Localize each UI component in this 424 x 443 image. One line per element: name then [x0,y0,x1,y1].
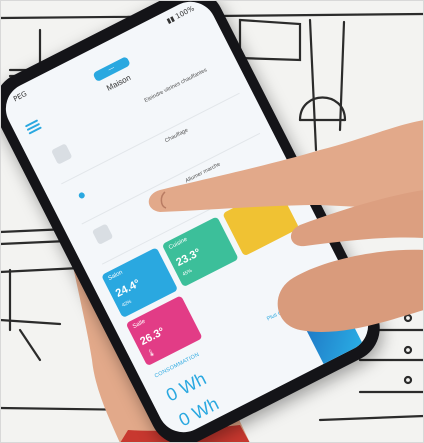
photo-scene: PEG ▮▮ 100% — Maison Eteindre vitrines c… [0,0,424,443]
right-hand [148,120,424,332]
